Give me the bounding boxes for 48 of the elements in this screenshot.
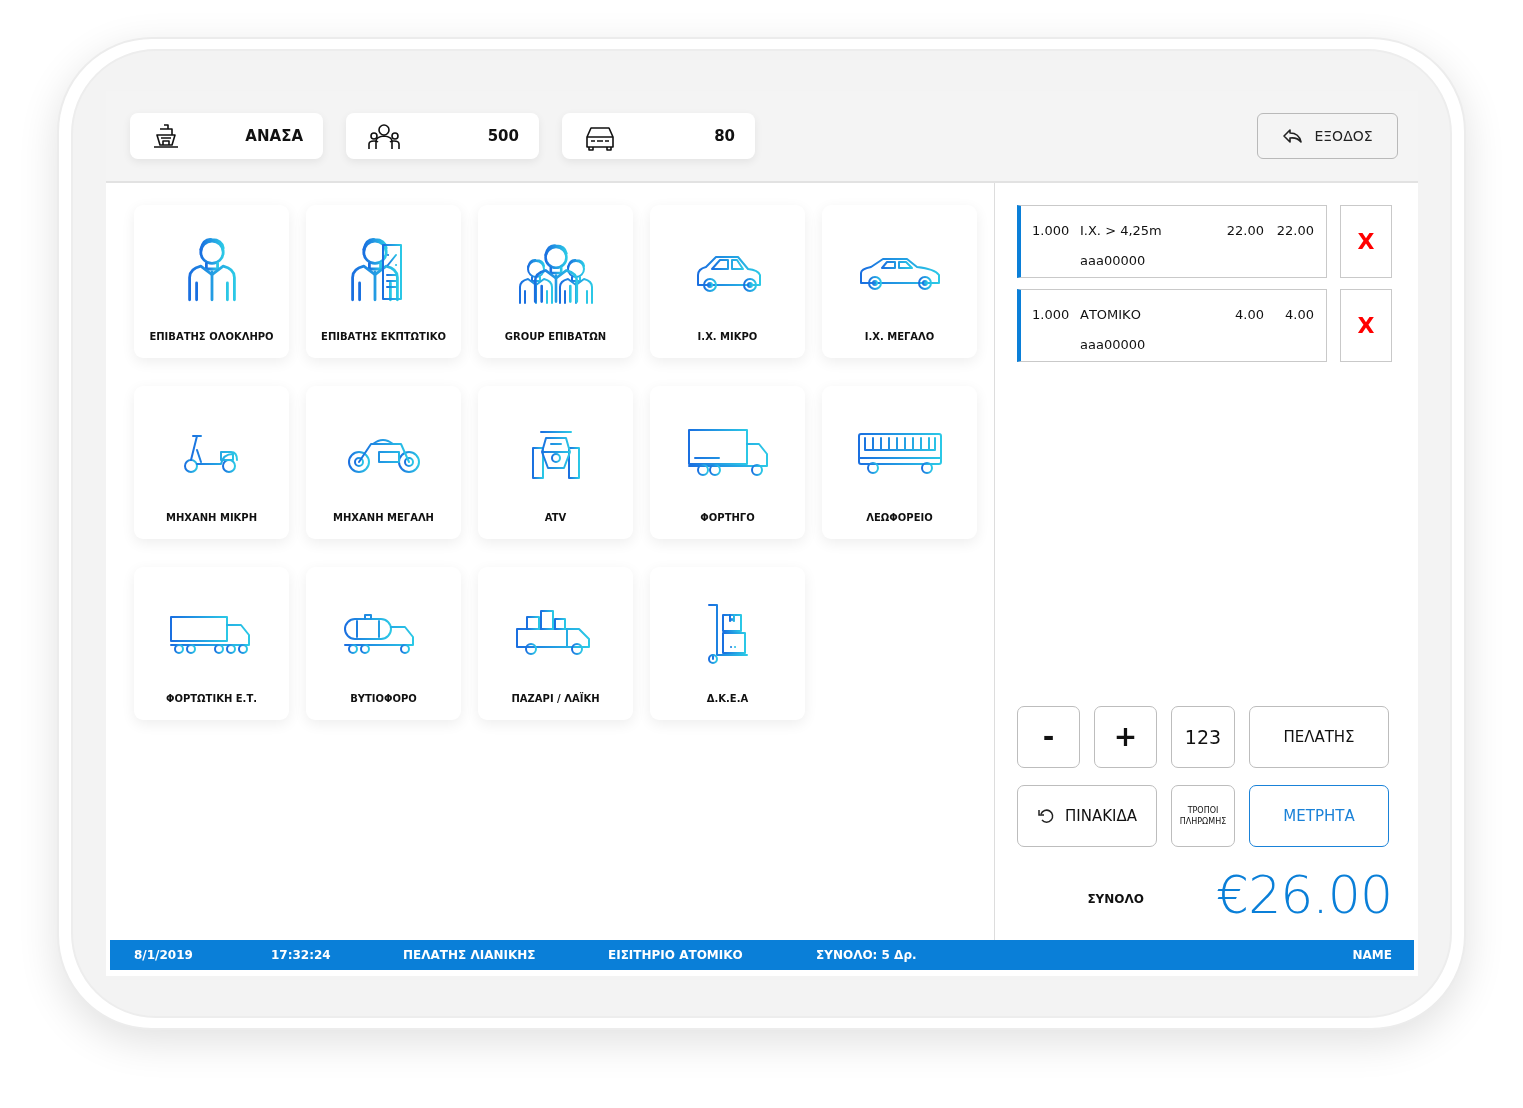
status-text: ΕΙΣΙΤΗΡΙΟ ΑΤΟΜΙΚΟ xyxy=(608,947,744,964)
product-tile[interactable]: ΜΗΧΑΝΗ ΜΕΓΑΛΗ xyxy=(306,386,461,539)
product-tile[interactable]: ΕΠΙΒΑΤΗΣ ΕΚΠΤΩΤΙΚΟ xyxy=(306,205,461,358)
status-text: NAME xyxy=(1352,947,1392,964)
product-tile[interactable]: ΒΥΤΙΟΦΟΡΟ xyxy=(306,567,461,720)
keypad-button[interactable]: 123 xyxy=(1171,706,1235,768)
keypad-button[interactable]: - xyxy=(1017,706,1080,768)
exit-button[interactable]: ΕΞΟΔΟΣ xyxy=(1257,113,1398,159)
product-tile[interactable]: ΦΟΡΤΩΤΙΚΗ Ε.Τ. xyxy=(134,567,289,720)
total-label: ΣΥΝΟΛΟ xyxy=(1087,890,1145,908)
product-tile[interactable]: Δ.Κ.Ε.Α xyxy=(650,567,805,720)
undo-icon xyxy=(1037,807,1055,825)
status-text: 17:32:24 xyxy=(271,947,332,964)
product-tile[interactable]: ΠΑΖΑΡΙ / ΛΑΪΚΗ xyxy=(478,567,633,720)
product-tile[interactable]: ΦΟΡΤΗΓΟ xyxy=(650,386,805,539)
plate-number: aaa00000 xyxy=(1080,252,1147,270)
unit-price: 4.00 xyxy=(1234,306,1264,324)
keypad-button[interactable]: ΤΡΟΠΟΙ ΠΛΗΡΩΜΗΣ xyxy=(1171,785,1235,847)
quantity: 1.000 xyxy=(1032,306,1071,324)
line-total: 22.00 xyxy=(1275,222,1314,240)
item-name: ΑΤΟΜΙΚΟ xyxy=(1080,306,1142,324)
status-text: ΠΕΛΑΤΗΣ ΛΙΑΝΙΚΗΣ xyxy=(403,947,537,964)
status-text: 8/1/2019 xyxy=(134,947,194,964)
product-tile[interactable]: Ι.Χ. ΜΙΚΡΟ xyxy=(650,205,805,358)
remove-button[interactable]: X xyxy=(1340,205,1392,278)
keypad-button[interactable]: ΠΙΝΑΚΙΔΑ xyxy=(1017,785,1157,847)
product-tile[interactable]: ATV xyxy=(478,386,633,539)
product-tile[interactable]: ΕΠΙΒΑΤΗΣ ΟΛΟΚΛΗΡΟ xyxy=(134,205,289,358)
product-tile[interactable]: ΜΗΧΑΝΗ ΜΙΚΡΗ xyxy=(134,386,289,539)
plate-number: aaa00000 xyxy=(1080,336,1147,354)
unit-price: 22.00 xyxy=(1225,222,1264,240)
chip-value: ΑΝΑΣΑ xyxy=(245,125,303,147)
chip-value: 500 xyxy=(487,125,519,147)
line-total: 4.00 xyxy=(1284,306,1314,324)
item-name: Ι.Χ. > 4,25m xyxy=(1080,222,1163,240)
status-text: ΣΥΝΟΛΟ: 5 Δρ. xyxy=(816,947,917,964)
product-tile[interactable]: Ι.Χ. ΜΕΓΑΛΟ xyxy=(822,205,977,358)
product-tile[interactable]: GROUP ΕΠΙΒΑΤΩΝ xyxy=(478,205,633,358)
chip-value: 80 xyxy=(714,125,735,147)
keypad-button[interactable]: ΠΕΛΑΤΗΣ xyxy=(1249,706,1389,768)
total-amount: €26.00 xyxy=(1216,863,1392,927)
remove-button[interactable]: X xyxy=(1340,289,1392,362)
product-tile[interactable]: ΛΕΩΦΟΡΕΙΟ xyxy=(822,386,977,539)
reply-arrow-icon xyxy=(1282,128,1303,144)
quantity: 1.000 xyxy=(1032,222,1071,240)
keypad-button[interactable]: + xyxy=(1094,706,1157,768)
keypad-button[interactable]: ΜΕΤΡΗΤΑ xyxy=(1249,785,1389,847)
group-of-people-icon xyxy=(368,121,400,151)
